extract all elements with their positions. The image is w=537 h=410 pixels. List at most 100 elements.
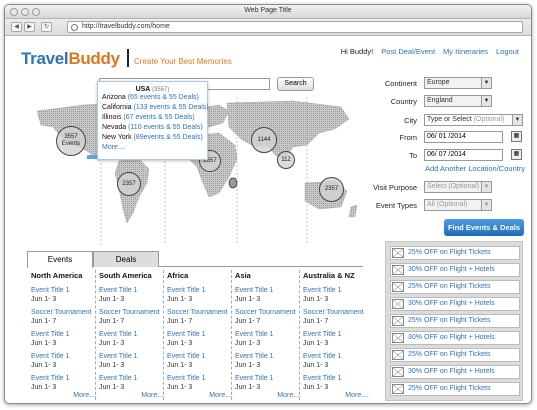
more-events-link[interactable]: More.... (277, 392, 301, 399)
deal-item[interactable]: 25% OFF on Flight Tickets (390, 348, 520, 362)
event-item[interactable]: Event Title 1 Jun 1- 3 (31, 352, 99, 370)
tab-deals[interactable]: Deals (93, 251, 159, 267)
deal-text[interactable]: 30% OFF on Flight + Hotels (408, 300, 495, 307)
add-location-link[interactable]: Add Another Location/Country (425, 164, 525, 173)
forward-arrow-icon[interactable]: ▶ (24, 22, 35, 32)
popup-info-link[interactable]: (133 events & 55 Deals) (134, 104, 209, 111)
event-item[interactable]: Event Title 1 Jun 1- 3 (167, 330, 235, 348)
more-events-link[interactable]: More.... (209, 392, 233, 399)
event-item[interactable]: Soccer Tournament Jun 1- 7 (167, 308, 235, 326)
popup-row[interactable]: Illinois (67 events & 55 Deals) (102, 113, 203, 123)
event-title[interactable]: Event Title 1 (167, 286, 235, 295)
event-title[interactable]: Soccer Tournament (167, 308, 235, 317)
popup-row[interactable]: New York (89events & 55 Deals) (102, 133, 203, 143)
deal-item[interactable]: 25% OFF on Flight Tickets (390, 314, 520, 328)
event-item[interactable]: Event Title 1 Jun 1- 3 (31, 374, 99, 392)
continent-select[interactable]: Europe ▼ (424, 77, 492, 89)
logout-link[interactable]: Logout (496, 47, 519, 56)
city-combobox[interactable]: Type or Select (Optional) ▼ (424, 114, 523, 126)
deal-text[interactable]: 25% OFF on Flight Tickets (408, 317, 490, 324)
event-title[interactable]: Soccer Tournament (235, 308, 303, 317)
event-item[interactable]: Event Title 1 Jun 1- 3 (167, 286, 235, 304)
map-bubble-east-asia[interactable]: 112 (277, 151, 295, 169)
reload-icon[interactable]: ↻ (41, 22, 52, 32)
event-title[interactable]: Event Title 1 (31, 374, 99, 383)
search-button[interactable]: Search (277, 77, 314, 91)
event-item[interactable]: Event Title 1 Jun 1- 3 (167, 374, 235, 392)
popup-more-text[interactable]: More.... (102, 144, 126, 151)
event-title[interactable]: Event Title 1 (303, 352, 371, 361)
event-title[interactable]: Event Title 1 (31, 352, 99, 361)
popup-row[interactable]: Nevada (110 events & 55 Deals) (102, 123, 203, 133)
popup-info-link[interactable]: (67 events & 55 Deals) (123, 114, 194, 121)
popup-row[interactable]: California (133 events & 55 Deals) (102, 103, 209, 113)
event-title[interactable]: Event Title 1 (167, 374, 235, 383)
url-field[interactable]: http://travelbuddy.com/home (67, 21, 523, 33)
deal-item[interactable]: 30% OFF on Flight + Hotels (390, 331, 520, 345)
event-item[interactable]: Event Title 1 Jun 1- 3 (99, 374, 167, 392)
logo[interactable]: TravelBuddy (21, 49, 120, 69)
my-itineraries-link[interactable]: My Itineraries (443, 47, 488, 56)
event-item[interactable]: Event Title 1 Jun 1- 3 (167, 352, 235, 370)
back-arrow-icon[interactable]: ◀ (11, 22, 22, 32)
popup-info-link[interactable]: (110 events & 55 Deals) (128, 124, 203, 131)
event-item[interactable]: Event Title 1 Jun 1- 3 (303, 286, 371, 304)
more-events-link[interactable]: More.... (73, 392, 97, 399)
event-title[interactable]: Soccer Tournament (303, 308, 371, 317)
event-title[interactable]: Event Title 1 (303, 286, 371, 295)
event-title[interactable]: Event Title 1 (235, 286, 303, 295)
map-bubble-australia[interactable]: 2357 (319, 177, 344, 202)
event-item[interactable]: Soccer Tournament Jun 1- 7 (99, 308, 167, 326)
event-item[interactable]: Event Title 1 Jun 1- 3 (235, 374, 303, 392)
deal-text[interactable]: 25% OFF on Flight Tickets (408, 249, 490, 256)
event-item[interactable]: Event Title 1 Jun 1- 3 (99, 330, 167, 348)
event-title[interactable]: Event Title 1 (31, 286, 99, 295)
event-title[interactable]: Event Title 1 (99, 330, 167, 339)
popup-more-link[interactable]: More.... (102, 143, 203, 153)
deal-item[interactable]: 25% OFF on Flight Tickets (390, 280, 520, 294)
country-select[interactable]: England ▼ (424, 95, 492, 107)
event-title[interactable]: Soccer Tournament (31, 308, 99, 317)
event-title[interactable]: Event Title 1 (99, 352, 167, 361)
event-item[interactable]: Event Title 1 Jun 1- 3 (303, 374, 371, 392)
event-item[interactable]: Event Title 1 Jun 1- 3 (235, 286, 303, 304)
map-bubble-south-america[interactable]: 2357 (117, 172, 141, 196)
deal-text[interactable]: 25% OFF on Flight Tickets (408, 385, 490, 392)
deal-item[interactable]: 30% OFF on Flight + Hotels (390, 263, 520, 277)
tab-events[interactable]: Events (27, 251, 93, 268)
from-date-input[interactable]: 06/ 01 /2014 (424, 131, 503, 143)
deal-text[interactable]: 30% OFF on Flight + Hotels (408, 334, 495, 341)
event-title[interactable]: Event Title 1 (235, 330, 303, 339)
event-title[interactable]: Event Title 1 (99, 374, 167, 383)
find-events-deals-button[interactable]: Find Events & Deals (444, 219, 524, 236)
event-item[interactable]: Event Title 1 Jun 1- 3 (31, 330, 99, 348)
event-title[interactable]: Soccer Tournament (99, 308, 167, 317)
map-marker-small[interactable] (228, 177, 238, 189)
deal-item[interactable]: 25% OFF on Flight Tickets (390, 246, 520, 260)
event-item[interactable]: Soccer Tournament Jun 1- 7 (235, 308, 303, 326)
event-title[interactable]: Event Title 1 (303, 330, 371, 339)
popup-row[interactable]: Arizona (65 events & 55 Deals) (102, 93, 203, 103)
event-item[interactable]: Event Title 1 Jun 1- 3 (235, 352, 303, 370)
event-title[interactable]: Event Title 1 (167, 352, 235, 361)
event-item[interactable]: Event Title 1 Jun 1- 3 (303, 330, 371, 348)
deal-item[interactable]: 25% OFF on Flight Tickets (390, 382, 520, 396)
event-title[interactable]: Event Title 1 (31, 330, 99, 339)
popup-info-link[interactable]: (65 events & 55 Deals) (128, 94, 199, 101)
event-title[interactable]: Event Title 1 (167, 330, 235, 339)
calendar-icon[interactable]: ▦ (511, 149, 522, 160)
event-item[interactable]: Event Title 1 Jun 1- 3 (235, 330, 303, 348)
event-item[interactable]: Soccer Tournament Jun 1- 7 (303, 308, 371, 326)
post-deal-event-link[interactable]: Post Deal/Event (381, 47, 435, 56)
event-title[interactable]: Event Title 1 (235, 374, 303, 383)
event-types-select[interactable]: All (Optional) ▼ (424, 199, 492, 211)
deal-item[interactable]: 30% OFF on Flight + Hotels (390, 297, 520, 311)
event-title[interactable]: Event Title 1 (235, 352, 303, 361)
more-events-link[interactable]: More.... (141, 392, 165, 399)
event-title[interactable]: Event Title 1 (303, 374, 371, 383)
deal-text[interactable]: 30% OFF on Flight + Hotels (408, 368, 495, 375)
event-item[interactable]: Event Title 1 Jun 1- 3 (31, 286, 99, 304)
event-item[interactable]: Event Title 1 Jun 1- 3 (99, 286, 167, 304)
more-events-link[interactable]: More.... (345, 392, 369, 399)
deal-item[interactable]: 30% OFF on Flight + Hotels (390, 365, 520, 379)
